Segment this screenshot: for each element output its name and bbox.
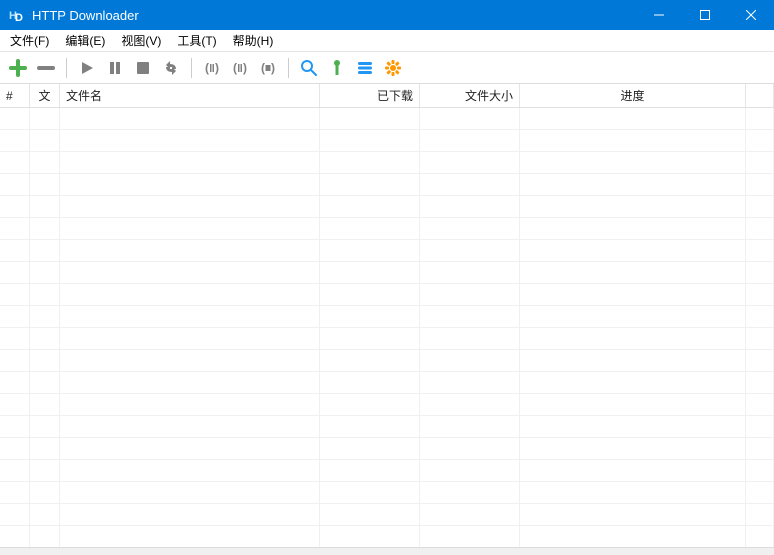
svg-text:): ): [215, 61, 219, 75]
column-header-number[interactable]: #: [0, 84, 30, 107]
table-row: [0, 460, 774, 482]
titlebar: HD HTTP Downloader: [0, 0, 774, 30]
table-row: [0, 108, 774, 130]
column-header-filename[interactable]: 文件名: [60, 84, 320, 107]
column-header-downloaded[interactable]: 已下载: [320, 84, 420, 107]
toolbar-separator: [66, 58, 67, 78]
remove-button[interactable]: [34, 56, 58, 80]
pause-button[interactable]: [103, 56, 127, 80]
table-row: [0, 240, 774, 262]
search-button[interactable]: [297, 56, 321, 80]
column-header-size[interactable]: 文件大小: [420, 84, 520, 107]
table-row: [0, 438, 774, 460]
table-row: [0, 174, 774, 196]
table-row: [0, 262, 774, 284]
pause-inactive-button[interactable]: (): [228, 56, 252, 80]
pause-active-button[interactable]: (): [200, 56, 224, 80]
window-controls: [636, 0, 774, 30]
toolbar-separator: [288, 58, 289, 78]
svg-text:D: D: [15, 12, 23, 23]
svg-text:(: (: [233, 61, 237, 75]
close-button[interactable]: [728, 0, 774, 30]
window-title: HTTP Downloader: [32, 8, 636, 23]
app-icon: HD: [8, 6, 26, 24]
column-headers: # 文 文件名 已下载 文件大小 进度: [0, 84, 774, 108]
table-row: [0, 526, 774, 547]
download-list[interactable]: [0, 108, 774, 547]
table-row: [0, 218, 774, 240]
maximize-button[interactable]: [682, 0, 728, 30]
menu-tools[interactable]: 工具(T): [169, 30, 224, 51]
filter-button[interactable]: [325, 56, 349, 80]
menu-edit[interactable]: 编辑(E): [57, 30, 113, 51]
menubar: 文件(F) 编辑(E) 视图(V) 工具(T) 帮助(H): [0, 30, 774, 52]
add-button[interactable]: [6, 56, 30, 80]
settings-button[interactable]: [381, 56, 405, 80]
stop-all-button[interactable]: (): [256, 56, 280, 80]
column-header-type[interactable]: 文: [30, 84, 60, 107]
menu-file[interactable]: 文件(F): [2, 30, 57, 51]
table-row: [0, 416, 774, 438]
svg-text:(: (: [261, 61, 265, 75]
table-row: [0, 196, 774, 218]
table-row: [0, 394, 774, 416]
restart-button[interactable]: [159, 56, 183, 80]
table-row: [0, 306, 774, 328]
toolbar: () () (): [0, 52, 774, 84]
table-row: [0, 350, 774, 372]
table-row: [0, 372, 774, 394]
svg-text:): ): [271, 61, 275, 75]
statusbar: [0, 547, 774, 555]
menu-view[interactable]: 视图(V): [113, 30, 169, 51]
list-button[interactable]: [353, 56, 377, 80]
table-row: [0, 328, 774, 350]
table-row: [0, 504, 774, 526]
svg-text:(: (: [205, 61, 209, 75]
table-row: [0, 152, 774, 174]
menu-help[interactable]: 帮助(H): [225, 30, 282, 51]
start-button[interactable]: [75, 56, 99, 80]
stop-button[interactable]: [131, 56, 155, 80]
svg-text:): ): [243, 61, 247, 75]
table-row: [0, 130, 774, 152]
column-header-tail[interactable]: [746, 84, 774, 107]
column-header-progress[interactable]: 进度: [520, 84, 746, 107]
table-row: [0, 284, 774, 306]
toolbar-separator: [191, 58, 192, 78]
table-row: [0, 482, 774, 504]
minimize-button[interactable]: [636, 0, 682, 30]
